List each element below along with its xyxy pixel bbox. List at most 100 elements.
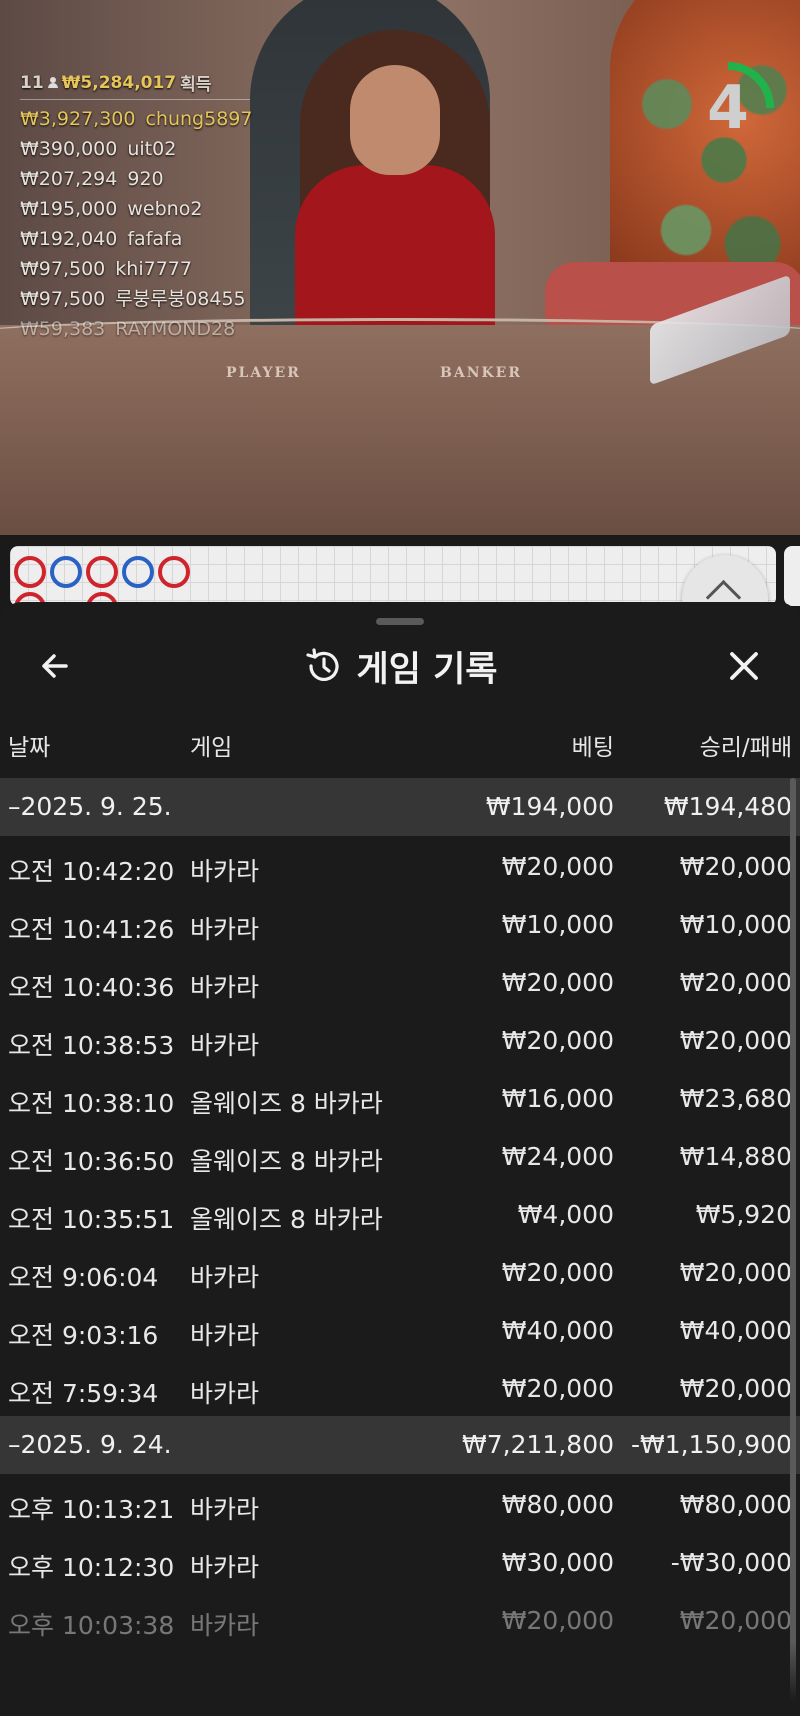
row-game: 올웨이즈 8 바카라: [190, 1089, 383, 1118]
row-game: 올웨이즈 8 바카라: [190, 1147, 383, 1176]
column-date: 날짜: [8, 735, 51, 761]
dealer-body: [295, 165, 495, 340]
winner-row: ₩390,000 uit02: [20, 134, 252, 164]
row-bet: ₩20,000: [501, 968, 614, 997]
winners-count: 11: [20, 72, 44, 93]
row-game: 바카라: [190, 1379, 260, 1408]
row-bet: ₩4,000: [517, 1200, 614, 1229]
winners-overlay: 11 ₩5,284,017 획득 ₩3,927,300 chung5897 ₩390…: [20, 70, 252, 344]
row-game: 바카라: [190, 1553, 260, 1582]
date-group-header[interactable]: –2025. 9. 24. ₩7,211,800 -₩1,150,900: [0, 1416, 800, 1474]
history-row[interactable]: 오전 10:35:51 올웨이즈 8 바카라 ₩4,000 ₩5,920: [0, 1184, 800, 1242]
row-time: 오후 10:13:21: [8, 1495, 175, 1524]
row-bet: ₩20,000: [501, 1374, 614, 1403]
row-bet: ₩80,000: [501, 1490, 614, 1519]
row-bet: ₩20,000: [501, 1026, 614, 1055]
winner-amount: ₩97,500: [20, 258, 106, 280]
row-winloss: -₩30,000: [670, 1548, 792, 1577]
date-group-header[interactable]: –2025. 9. 25. ₩194,000 ₩194,480: [0, 778, 800, 836]
sheet-title: 게임 기록: [0, 640, 800, 692]
row-winloss: ₩20,000: [679, 1374, 792, 1403]
winner-amount: ₩59,383: [20, 318, 106, 340]
row-winloss: ₩10,000: [679, 910, 792, 939]
history-list[interactable]: –2025. 9. 25. ₩194,000 ₩194,480 오전 10:42:20…: [0, 778, 800, 1648]
row-winloss: ₩20,000: [679, 1026, 792, 1055]
winner-amount: ₩192,040: [20, 228, 118, 250]
history-row[interactable]: 오후 10:13:21 바카라 ₩80,000 ₩80,000: [0, 1474, 800, 1532]
history-row[interactable]: 오전 10:36:50 올웨이즈 8 바카라 ₩24,000 ₩14,880: [0, 1126, 800, 1184]
timer-value: 4: [707, 73, 749, 143]
row-game: 바카라: [190, 1611, 260, 1640]
column-winloss: 승리/패배: [699, 735, 792, 761]
row-game: 바카라: [190, 973, 260, 1002]
history-row[interactable]: 오전 10:40:36 바카라 ₩20,000 ₩20,000: [0, 952, 800, 1010]
row-time: 오전 9:06:04: [8, 1263, 159, 1292]
row-winloss: ₩14,880: [679, 1142, 792, 1171]
history-row[interactable]: 오후 10:12:30 바카라 ₩30,000 -₩30,000: [0, 1532, 800, 1590]
sheet-drag-handle[interactable]: [376, 618, 424, 625]
game-history-sheet: 게임 기록 날짜 게임 베팅 승리/패배 –2025. 9. 25. ₩194,0…: [0, 602, 800, 1716]
row-winloss: ₩40,000: [679, 1316, 792, 1345]
winner-amount: ₩207,294: [20, 168, 118, 190]
row-time: 오전 9:03:16: [8, 1321, 159, 1350]
history-row[interactable]: 오전 9:03:16 바카라 ₩40,000 ₩40,000: [0, 1300, 800, 1358]
road-map-secondary[interactable]: [784, 546, 800, 606]
winner-row: ₩192,040 fafafa: [20, 224, 252, 254]
group-date: –2025. 9. 25.: [8, 792, 172, 821]
close-icon: [730, 652, 758, 680]
row-bet: ₩24,000: [501, 1142, 614, 1171]
row-bet: ₩16,000: [501, 1084, 614, 1113]
row-time: 오전 10:36:50: [8, 1147, 175, 1176]
bead-road-map[interactable]: [10, 546, 776, 606]
row-winloss: ₩20,000: [679, 1606, 792, 1635]
history-row[interactable]: 오전 10:41:26 바카라 ₩10,000 ₩10,000: [0, 894, 800, 952]
row-game: 올웨이즈 8 바카라: [190, 1205, 383, 1234]
row-bet: ₩10,000: [501, 910, 614, 939]
winners-total-suffix: 획득: [180, 75, 212, 95]
winner-amount: ₩195,000: [20, 198, 118, 220]
live-video-stream[interactable]: PLAYER BANKER 11 ₩5,284,017 획득 ₩3,927,30…: [0, 0, 800, 535]
row-time: 오전 10:41:26: [8, 915, 175, 944]
row-bet: ₩20,000: [501, 852, 614, 881]
person-icon: [47, 77, 58, 88]
row-time: 오전 10:38:53: [8, 1031, 175, 1060]
list-bottom-fade: [0, 1642, 800, 1716]
winner-amount: ₩97,500: [20, 288, 106, 310]
winners-list: ₩3,927,300 chung5897 ₩390,000 uit02 ₩207,294…: [20, 104, 252, 344]
winner-row: ₩97,500 khi7777: [20, 254, 252, 284]
row-time: 오전 10:38:10: [8, 1089, 175, 1118]
history-scrollbar[interactable]: [790, 778, 796, 1716]
history-row[interactable]: 오전 7:59:34 바카라 ₩20,000 ₩20,000: [0, 1358, 800, 1416]
countdown-timer: 4: [680, 60, 776, 156]
sheet-title-text: 게임 기록: [356, 649, 498, 690]
table-label-player: PLAYER: [226, 365, 301, 381]
winners-divider: [20, 99, 250, 100]
row-game: 바카라: [190, 1031, 260, 1060]
history-row[interactable]: 오전 10:38:53 바카라 ₩20,000 ₩20,000: [0, 1010, 800, 1068]
winner-amount: ₩3,927,300: [20, 108, 136, 130]
row-time: 오전 7:59:34: [8, 1379, 159, 1408]
column-game: 게임: [190, 735, 233, 761]
history-row[interactable]: 오전 10:42:20 바카라 ₩20,000 ₩20,000: [0, 836, 800, 894]
banker-win-marker: [158, 556, 190, 588]
column-bet: 베팅: [571, 735, 614, 761]
winner-row: ₩195,000 webno2: [20, 194, 252, 224]
winners-total: ₩5,284,017: [61, 72, 177, 93]
row-game: 바카라: [190, 1495, 260, 1524]
row-time: 오전 10:42:20: [8, 857, 175, 886]
winner-name: RAYMOND28: [115, 318, 236, 340]
row-winloss: ₩23,680: [679, 1084, 792, 1113]
row-game: 바카라: [190, 1321, 260, 1350]
history-row[interactable]: 오후 10:03:38 바카라 ₩20,000 ₩20,000: [0, 1590, 800, 1648]
row-winloss: ₩20,000: [679, 852, 792, 881]
winner-name: 루붕루붕08455: [115, 288, 246, 310]
row-bet: ₩30,000: [501, 1548, 614, 1577]
winner-name: fafafa: [127, 228, 183, 250]
banker-win-marker: [14, 556, 46, 588]
winner-row: ₩97,500 루붕루붕08455: [20, 284, 252, 314]
close-button[interactable]: [724, 646, 764, 686]
history-column-headers: 날짜 게임 베팅 승리/패배: [0, 724, 800, 764]
history-row[interactable]: 오전 10:38:10 올웨이즈 8 바카라 ₩16,000 ₩23,680: [0, 1068, 800, 1126]
history-row[interactable]: 오전 9:06:04 바카라 ₩20,000 ₩20,000: [0, 1242, 800, 1300]
winner-row: ₩59,383 RAYMOND28: [20, 314, 252, 344]
